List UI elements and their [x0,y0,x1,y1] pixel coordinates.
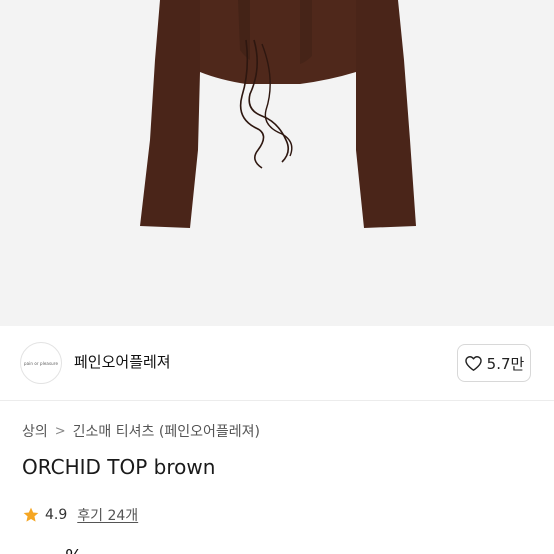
brand-logo[interactable]: pain or pleasure [20,342,62,384]
price-peek: - - - -% - [22,546,94,554]
brand-logo-text: pain or pleasure [23,360,59,366]
breadcrumb-separator: > [54,423,66,439]
rating-score: 4.9 [45,507,68,523]
rating-row: 4.9 후기 24개 [22,505,138,525]
like-button[interactable]: 5.7만 [457,344,531,382]
product-image[interactable] [0,0,554,326]
brand-row[interactable]: pain or pleasure 페인오어플레져 5.7만 [0,326,554,401]
brand-name[interactable]: 페인오어플레져 [74,351,171,372]
product-garment-illustration [140,0,416,228]
review-count-link[interactable]: 후기 24개 [77,505,138,525]
breadcrumb-subcategory[interactable]: 긴소매 티셔츠 (페인오어플레져) [73,421,260,441]
breadcrumb: 상의 > 긴소매 티셔츠 (페인오어플레져) [22,421,260,441]
product-title: ORCHID TOP brown [22,455,216,479]
star-icon [23,507,39,522]
breadcrumb-category[interactable]: 상의 [22,421,48,441]
heart-outline-icon [464,355,482,371]
like-count: 5.7만 [486,354,525,373]
